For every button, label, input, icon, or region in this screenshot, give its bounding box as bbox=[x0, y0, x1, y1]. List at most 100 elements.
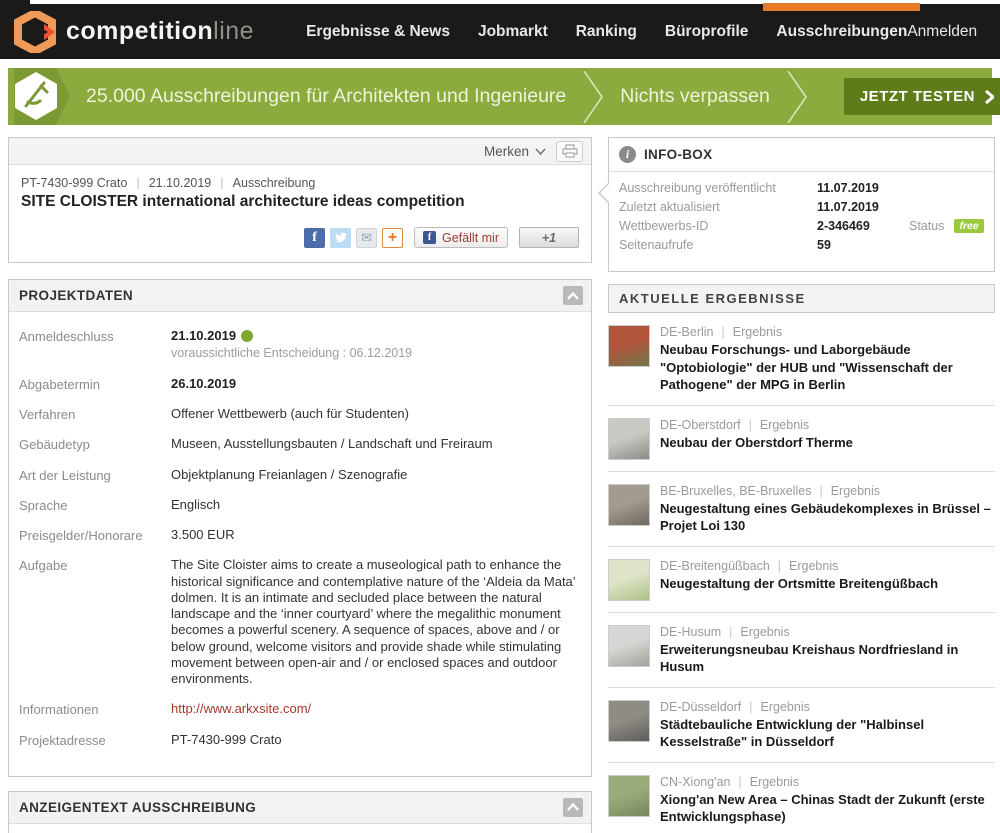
info-row-ausschreibung-ver-ffentlicht: Ausschreibung veröffentlicht11.07.2019 bbox=[619, 181, 984, 195]
print-button[interactable] bbox=[556, 141, 583, 162]
info-label: Wettbewerbs-ID bbox=[619, 219, 817, 233]
field-row-art-der-leistung: Art der LeistungObjektplanung Freianlage… bbox=[19, 467, 581, 483]
collapse-button[interactable] bbox=[563, 286, 583, 305]
nav-item-jobmarkt[interactable]: Jobmarkt bbox=[478, 23, 548, 41]
projektdaten-panel: PROJEKTDATEN Anmeldeschluss21.10.2019vor… bbox=[8, 279, 592, 777]
printer-icon bbox=[562, 144, 578, 158]
result-meta-separator: | bbox=[749, 700, 752, 714]
result-meta-separator: | bbox=[749, 418, 752, 432]
field-label: Gebäudetyp bbox=[19, 436, 171, 452]
breadcrumb: PT-7430-999 Crato|21.10.2019|Ausschreibu… bbox=[21, 175, 579, 190]
field-label: Anmeldeschluss bbox=[19, 328, 171, 362]
field-value: Offener Wettbewerb (auch für Studenten) bbox=[171, 406, 581, 422]
anzeigentext-header: ANZEIGENTEXT AUSSCHREIBUNG bbox=[9, 792, 591, 824]
facebook-share-icon[interactable]: f bbox=[304, 228, 325, 248]
result-list-item[interactable]: DE-Oberstdorf|ErgebnisNeubau der Oberstd… bbox=[608, 406, 995, 472]
aktuelle-ergebnisse-list: DE-Berlin|ErgebnisNeubau Forschungs- und… bbox=[608, 313, 995, 833]
nav-item-ergebnisse-news[interactable]: Ergebnisse & News bbox=[306, 23, 450, 41]
chevron-right-icon bbox=[985, 90, 994, 104]
result-list-item[interactable]: BE-Bruxelles, BE-Bruxelles|ErgebnisNeuge… bbox=[608, 472, 995, 547]
nav-item-ranking[interactable]: Ranking bbox=[576, 23, 637, 41]
result-location: DE-Oberstdorf bbox=[660, 418, 741, 432]
facebook-like-button[interactable]: f Gefällt mir bbox=[414, 227, 508, 248]
field-value: 21.10.2019voraussichtliche Entscheidung … bbox=[171, 328, 581, 362]
result-meta: DE-Husum|Ergebnis bbox=[660, 625, 995, 639]
result-thumbnail bbox=[608, 559, 650, 601]
field-label: Abgabetermin bbox=[19, 376, 171, 392]
info-row-zuletzt-aktualisiert: Zuletzt aktualisiert11.07.2019 bbox=[619, 200, 984, 214]
pen-hexagon-icon bbox=[8, 68, 74, 125]
result-list-item[interactable]: DE-Husum|Ergebnis Erweiterungsneubau Krei… bbox=[608, 613, 995, 688]
nav-item-b-roprofile[interactable]: Büroprofile bbox=[665, 23, 749, 41]
result-meta: DE-Berlin|Ergebnis bbox=[660, 325, 995, 339]
competitionline-logo-icon bbox=[14, 11, 56, 53]
field-value-text: Englisch bbox=[171, 497, 220, 512]
field-value-text: The Site Cloister aims to create a museo… bbox=[171, 557, 575, 686]
login-link[interactable]: Anmelden bbox=[907, 23, 977, 41]
result-tag: Ergebnis bbox=[761, 700, 810, 714]
chevron-up-icon bbox=[567, 803, 579, 811]
result-location: DE-Husum bbox=[660, 625, 721, 639]
result-tag: Ergebnis bbox=[750, 775, 799, 789]
external-link[interactable]: http://www.arkxsite.com/ bbox=[171, 701, 311, 716]
jetzt-testen-button[interactable]: JETZT TESTEN bbox=[844, 78, 1000, 115]
breadcrumb-item: PT-7430-999 Crato bbox=[21, 176, 127, 190]
info-value: 59 bbox=[817, 238, 909, 252]
field-value: 3.500 EUR bbox=[171, 527, 581, 543]
field-label: Preisgelder/Honorare bbox=[19, 527, 171, 543]
field-value: Englisch bbox=[171, 497, 581, 513]
result-text: DE-Husum|Ergebnis Erweiterungsneubau Krei… bbox=[660, 625, 995, 676]
result-text: DE-Düsseldorf|ErgebnisStädtebauliche Ent… bbox=[660, 700, 995, 751]
result-tag: Ergebnis bbox=[789, 559, 838, 573]
result-location: DE-Berlin bbox=[660, 325, 714, 339]
result-thumbnail bbox=[608, 775, 650, 817]
google-plus-one-button[interactable]: +1 bbox=[519, 227, 579, 248]
result-tag: Ergebnis bbox=[740, 625, 789, 639]
projektdaten-title: PROJEKTDATEN bbox=[19, 288, 133, 303]
result-title: Neubau der Oberstdorf Therme bbox=[660, 434, 853, 452]
info-box-title: INFO-BOX bbox=[644, 147, 712, 162]
promo-banner[interactable]: 25.000 Ausschreibungen für Architekten u… bbox=[8, 68, 992, 125]
field-label: Informationen bbox=[19, 701, 171, 717]
result-meta-separator: | bbox=[738, 775, 741, 789]
field-row-verfahren: VerfahrenOffener Wettbewerb (auch für St… bbox=[19, 406, 581, 422]
share-plus-icon[interactable]: + bbox=[382, 228, 403, 248]
result-list-item[interactable]: DE-Düsseldorf|ErgebnisStädtebauliche Ent… bbox=[608, 688, 995, 763]
result-title: Neugestaltung der Ortsmitte Breitengüßba… bbox=[660, 575, 938, 593]
result-title: Erweiterungsneubau Kreishaus Nordfriesla… bbox=[660, 641, 995, 676]
nav-item-ausschreibungen[interactable]: Ausschreibungen bbox=[776, 23, 907, 41]
field-label: Verfahren bbox=[19, 406, 171, 422]
result-meta-separator: | bbox=[778, 559, 781, 573]
field-value-text: 26.10.2019 bbox=[171, 376, 236, 391]
result-meta: CN-Xiong'an|Ergebnis bbox=[660, 775, 995, 789]
breadcrumb-separator: | bbox=[136, 175, 139, 190]
info-row-wettbewerbs-id: Wettbewerbs-ID2-346469Statusfree bbox=[619, 219, 984, 233]
collapse-button[interactable] bbox=[563, 798, 583, 817]
info-value: 2-346469 bbox=[817, 219, 909, 233]
status-label: Status bbox=[909, 219, 944, 233]
result-title: Neubau Forschungs- und Laborgebäude "Opt… bbox=[660, 341, 995, 394]
field-value: 26.10.2019 bbox=[171, 376, 581, 392]
result-list-item[interactable]: DE-Berlin|Ergebnis Neubau Forschungs- und… bbox=[608, 313, 995, 406]
result-list-item[interactable]: CN-Xiong'an|ErgebnisXiong'an New Area – … bbox=[608, 763, 995, 833]
merken-dropdown[interactable]: Merken bbox=[484, 144, 546, 159]
result-title: Städtebauliche Entwicklung der "Halbinse… bbox=[660, 716, 995, 751]
result-text: CN-Xiong'an|ErgebnisXiong'an New Area – … bbox=[660, 775, 995, 826]
result-list-item[interactable]: DE-Breitengüßbach | Ergebnis Neugestaltung … bbox=[608, 547, 995, 613]
chevron-separator-icon bbox=[582, 71, 604, 123]
result-meta-separator: | bbox=[819, 484, 822, 498]
deadline-status-dot bbox=[241, 330, 253, 342]
facebook-flag-icon: f bbox=[423, 231, 436, 244]
result-text: DE-Breitengüßbach | Ergebnis Neugestaltung … bbox=[660, 559, 938, 601]
info-label: Ausschreibung veröffentlicht bbox=[619, 181, 817, 195]
result-text: BE-Bruxelles, BE-Bruxelles|ErgebnisNeuge… bbox=[660, 484, 995, 535]
result-text: DE-Oberstdorf|ErgebnisNeubau der Oberstd… bbox=[660, 418, 853, 460]
email-share-icon[interactable]: ✉ bbox=[356, 228, 377, 248]
result-thumbnail bbox=[608, 700, 650, 742]
result-location: DE-Breitengüßbach bbox=[660, 559, 770, 573]
brand-logo[interactable]: competitionline bbox=[14, 11, 254, 53]
merken-bar: Merken bbox=[9, 138, 591, 165]
field-value-text: 21.10.2019 bbox=[171, 328, 236, 343]
twitter-share-icon[interactable] bbox=[330, 228, 351, 248]
top-navbar: competitionline Ergebnisse & News Jobmark… bbox=[0, 4, 1000, 59]
